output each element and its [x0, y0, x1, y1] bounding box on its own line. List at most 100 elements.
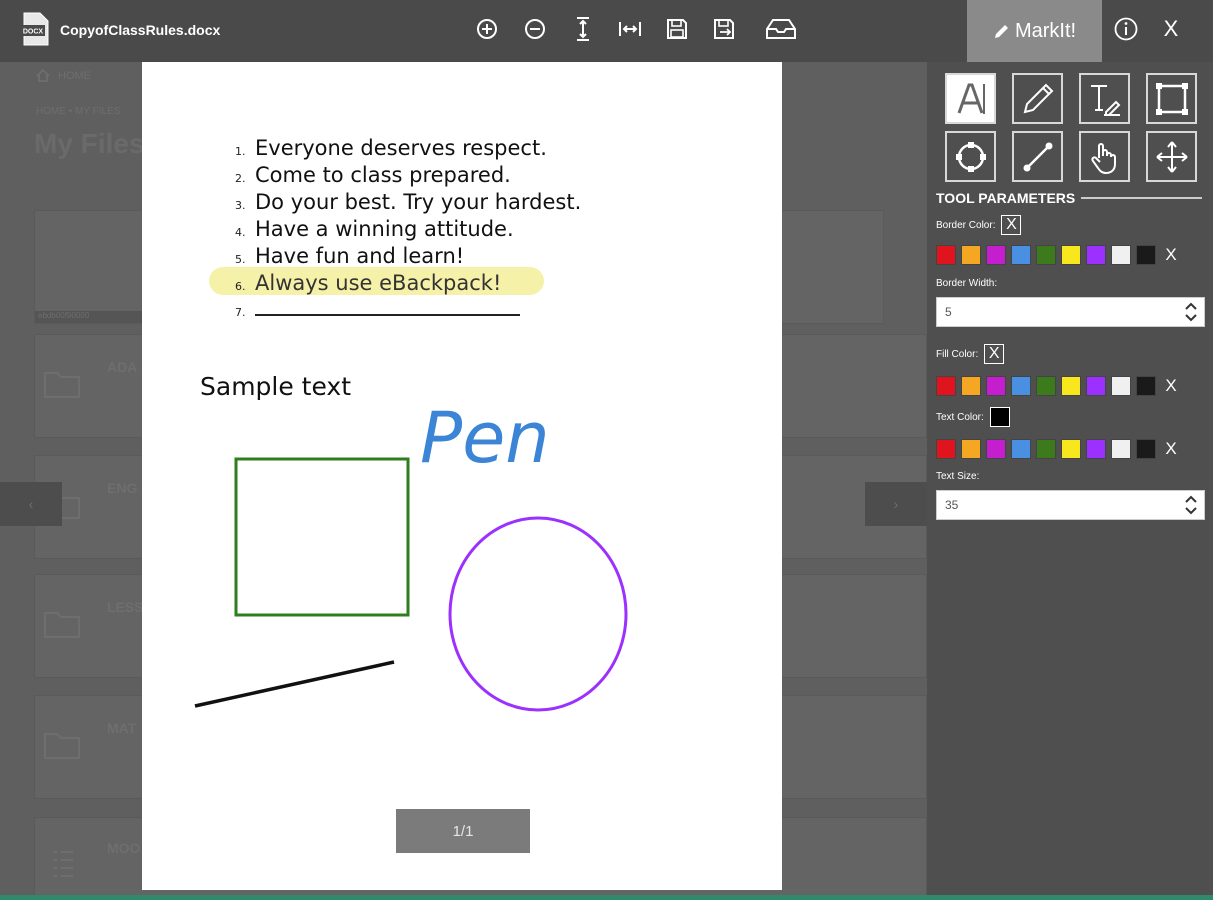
text-color-label-row: Text Color:	[936, 407, 1010, 427]
line-icon	[1023, 142, 1052, 171]
fill-color-label-row: Fill Color: X	[936, 344, 1005, 364]
zoom-out-icon	[525, 19, 545, 39]
pencil-icon	[1023, 83, 1053, 113]
pencil-tool[interactable]	[1012, 73, 1063, 124]
swatch-none[interactable]: X	[1161, 245, 1181, 265]
border-color-label-row: Border Color: X	[936, 215, 1022, 235]
swatch-orange[interactable]	[961, 245, 981, 265]
text-size-value: 35	[945, 498, 959, 512]
spinner-arrows-icon[interactable]	[1184, 301, 1198, 323]
annotation-layer: Pen	[194, 397, 628, 712]
markit-button[interactable]: MarkIt!	[967, 0, 1102, 62]
zoom-in-icon	[477, 19, 497, 39]
save-button[interactable]	[662, 14, 692, 44]
folder-label: MOO	[107, 840, 141, 856]
swatch-green[interactable]	[1036, 376, 1056, 396]
swatch-blue[interactable]	[1011, 439, 1031, 459]
border-width-label: Border Width:	[936, 278, 998, 289]
text-color-current[interactable]	[989, 407, 1010, 427]
next-arrow[interactable]: ›	[865, 482, 927, 526]
circle-icon	[955, 141, 986, 172]
folder-label: LESS	[107, 599, 144, 615]
swatch-black[interactable]	[1136, 439, 1156, 459]
rectangle-icon	[1155, 82, 1188, 115]
pen-annotation[interactable]: Pen	[420, 397, 550, 479]
home-link: HOME	[36, 69, 91, 82]
rectangle-tool[interactable]	[1146, 73, 1197, 124]
markit-label: MarkIt!	[1014, 19, 1077, 42]
swatch-white[interactable]	[1111, 245, 1131, 265]
move-tool[interactable]	[1146, 131, 1197, 182]
swatch-orange[interactable]	[961, 376, 981, 396]
swatch-red[interactable]	[936, 439, 956, 459]
line-tool[interactable]	[1012, 131, 1063, 182]
fill-color-label: Fill Color:	[936, 348, 979, 360]
info-button[interactable]	[1113, 16, 1139, 42]
text-color-label: Text Color:	[936, 411, 984, 423]
swatch-purple[interactable]	[1086, 245, 1106, 265]
text-size-input[interactable]: 35	[936, 490, 1205, 520]
folder-label: ENG	[107, 480, 138, 496]
close-button[interactable]: X	[1158, 14, 1184, 44]
border-width-input[interactable]: 5	[936, 297, 1205, 327]
list-icon	[53, 851, 73, 877]
border-no-color-button[interactable]: X	[1001, 215, 1022, 235]
zoom-out-button[interactable]	[520, 14, 550, 44]
file-type-label: DOCX	[23, 29, 44, 36]
fill-no-color-button[interactable]: X	[984, 344, 1005, 364]
line-annotation[interactable]	[194, 660, 395, 708]
swatch-orange[interactable]	[961, 439, 981, 459]
rectangle-annotation[interactable]	[234, 457, 410, 617]
swatch-magenta[interactable]	[986, 245, 1006, 265]
hand-icon	[1090, 142, 1116, 174]
swatch-magenta[interactable]	[986, 376, 1006, 396]
swatch-white[interactable]	[1111, 376, 1131, 396]
swatch-purple[interactable]	[1086, 376, 1106, 396]
markup-tool-panel: TOOL PARAMETERS Border Color: X X Border…	[927, 62, 1213, 900]
swatch-yellow[interactable]	[1061, 439, 1081, 459]
swatch-red[interactable]	[936, 376, 956, 396]
folder-icon	[44, 733, 80, 759]
zoom-in-button[interactable]	[472, 14, 502, 44]
text-tool-icon	[1090, 84, 1120, 116]
spinner-arrows-icon[interactable]	[1184, 494, 1198, 516]
page-counter: 1/1	[396, 809, 530, 853]
text-tool[interactable]	[1079, 73, 1130, 124]
top-bar: DOCX CopyofClassRules.docx MarkIt! X	[0, 0, 1213, 62]
swatch-magenta[interactable]	[986, 439, 1006, 459]
header-divider	[1081, 197, 1202, 199]
fit-width-icon	[619, 22, 641, 36]
save-as-icon	[714, 19, 734, 39]
folder-label: ADA	[107, 359, 138, 375]
fit-height-button[interactable]	[568, 14, 598, 44]
circle-annotation[interactable]	[448, 516, 628, 712]
swatch-white[interactable]	[1111, 439, 1131, 459]
border-color-palette: X	[936, 245, 1181, 265]
swatch-green[interactable]	[1036, 245, 1056, 265]
swatch-yellow[interactable]	[1061, 376, 1081, 396]
swatch-purple[interactable]	[1086, 439, 1106, 459]
swatch-yellow[interactable]	[1061, 245, 1081, 265]
swatch-none[interactable]: X	[1161, 439, 1181, 459]
border-width-value: 5	[945, 305, 952, 319]
border-color-label: Border Color:	[936, 219, 996, 231]
fit-width-button[interactable]	[615, 14, 645, 44]
swatch-green[interactable]	[1036, 439, 1056, 459]
docx-file-icon: DOCX	[21, 12, 49, 46]
swatch-black[interactable]	[1136, 245, 1156, 265]
save-as-button[interactable]	[710, 14, 740, 44]
document-page[interactable]: 1. Everyone deserves respect. 2. Come to c…	[142, 62, 782, 890]
info-icon	[1114, 17, 1138, 41]
circle-tool[interactable]	[945, 131, 996, 182]
text-select-tool[interactable]	[945, 73, 996, 124]
swatch-red[interactable]	[936, 245, 956, 265]
swatch-black[interactable]	[1136, 376, 1156, 396]
fit-height-icon	[577, 17, 589, 41]
prev-arrow[interactable]: ‹	[0, 482, 62, 526]
swatch-blue[interactable]	[1011, 245, 1031, 265]
move-icon	[1155, 140, 1188, 173]
hand-tool[interactable]	[1079, 131, 1130, 182]
swatch-blue[interactable]	[1011, 376, 1031, 396]
inbox-button[interactable]	[762, 14, 800, 44]
swatch-none[interactable]: X	[1161, 376, 1181, 396]
